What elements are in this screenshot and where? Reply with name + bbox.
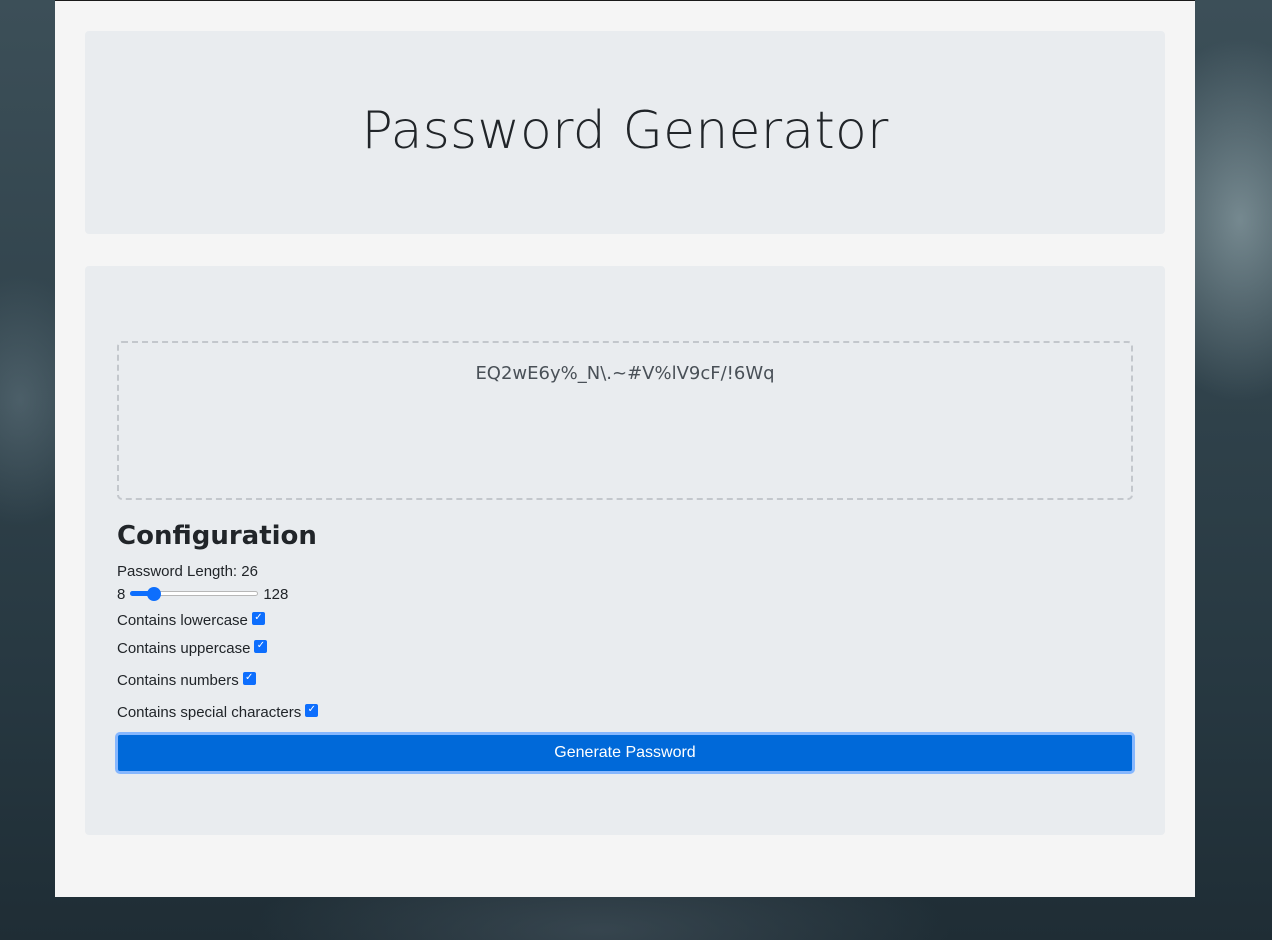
password-output-box[interactable]: EQ2wE6y%_N\.~#V%lV9cF/!6Wq	[117, 341, 1133, 500]
option-uppercase: Contains uppercase ✓	[117, 632, 1135, 664]
checkmark-icon: ✓	[256, 640, 266, 651]
page-container: Password Generator EQ2wE6y%_N\.~#V%lV9cF…	[55, 0, 1195, 897]
page-title: Password Generator	[361, 100, 889, 161]
slider-min-label: 8	[117, 585, 126, 603]
password-length-label: Password Length: 26	[117, 563, 258, 580]
password-length-slider[interactable]	[130, 586, 259, 602]
option-special-characters: Contains special characters ✓	[117, 696, 1135, 728]
option-numbers-label: Contains numbers	[117, 671, 239, 689]
uppercase-checkbox[interactable]: ✓	[254, 639, 268, 653]
generated-password[interactable]: EQ2wE6y%_N\.~#V%lV9cF/!6Wq	[475, 363, 774, 384]
generator-card: EQ2wE6y%_N\.~#V%lV9cF/!6Wq Configuration…	[85, 266, 1165, 835]
configuration-section: Configuration Password Length: 26 8 128 …	[117, 518, 1135, 728]
checkmark-icon: ✓	[254, 612, 263, 623]
option-numbers: Contains numbers ✓	[117, 664, 1135, 696]
length-slider-row: 8 128	[117, 584, 1135, 604]
option-special-characters-label: Contains special characters	[117, 703, 302, 721]
checkmark-icon: ✓	[245, 672, 254, 683]
numbers-checkbox[interactable]: ✓	[242, 671, 256, 685]
option-lowercase-label: Contains lowercase	[117, 611, 248, 629]
checkmark-icon: ✓	[307, 704, 316, 715]
slider-max-label: 128	[263, 585, 289, 603]
lowercase-checkbox[interactable]: ✓	[251, 611, 265, 625]
option-lowercase: Contains lowercase ✓	[117, 608, 1135, 632]
slider-thumb[interactable]	[147, 587, 162, 601]
generate-password-button[interactable]: Generate Password	[115, 732, 1135, 774]
header-jumbotron: Password Generator	[85, 31, 1165, 234]
option-uppercase-label: Contains uppercase	[117, 639, 251, 657]
special-characters-checkbox[interactable]: ✓	[305, 703, 319, 717]
configuration-heading: Configuration	[117, 521, 317, 551]
